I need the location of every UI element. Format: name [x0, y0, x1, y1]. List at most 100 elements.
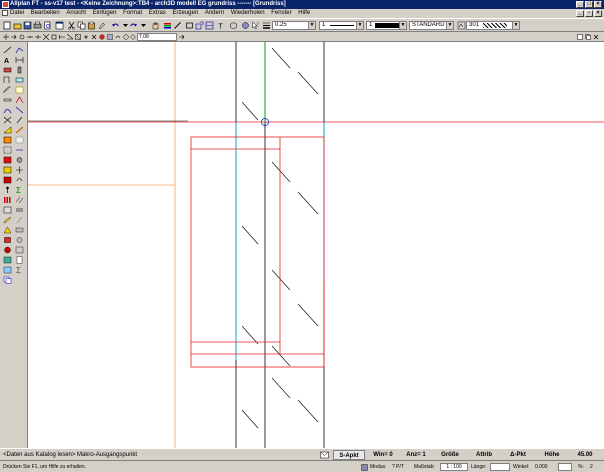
properties-icon[interactable]: [241, 21, 250, 30]
page-tool-icon[interactable]: [15, 256, 24, 264]
figure-tool-icon[interactable]: [3, 186, 12, 194]
red-cube-tool-icon[interactable]: [3, 236, 12, 244]
polyline-tool-icon[interactable]: [15, 46, 24, 54]
snap-line-icon[interactable]: [27, 34, 33, 40]
print-preview-icon[interactable]: [43, 21, 52, 30]
snap-angle-icon[interactable]: [67, 34, 73, 40]
tab-attrib[interactable]: Attrib: [470, 450, 498, 460]
move-tool-icon[interactable]: [15, 166, 24, 174]
line-type-select[interactable]: 1 ▼: [319, 21, 364, 30]
format-painter-icon[interactable]: [97, 21, 106, 30]
rotate-tool-icon[interactable]: [15, 176, 24, 184]
snap-x-icon[interactable]: [91, 34, 97, 40]
bars-tool-icon[interactable]: [3, 196, 12, 204]
yellow-block-tool-icon[interactable]: [3, 166, 12, 174]
document-icon[interactable]: [2, 10, 8, 16]
coordinate-input[interactable]: 7.08: [137, 33, 177, 41]
snap-element-icon[interactable]: [75, 34, 81, 40]
new-file-icon[interactable]: [3, 21, 12, 30]
print-icon[interactable]: [33, 21, 42, 30]
save-icon[interactable]: [23, 21, 32, 30]
close-button[interactable]: ×: [594, 1, 602, 8]
pencil-tool-icon[interactable]: [15, 126, 24, 134]
arrow-right-small-icon[interactable]: [179, 34, 185, 40]
arrow-right-icon[interactable]: [11, 34, 17, 40]
cube-3d-icon[interactable]: [229, 21, 238, 30]
snap-middle-icon[interactable]: [35, 34, 41, 40]
trim-tool-icon[interactable]: [3, 116, 12, 124]
snap-point-icon[interactable]: [19, 34, 25, 40]
redo-dropdown-icon[interactable]: [139, 21, 148, 30]
sigma-gray-tool-icon[interactable]: Σ: [15, 266, 24, 274]
drawing-canvas[interactable]: [28, 42, 604, 448]
help-pointer-icon[interactable]: ?: [251, 21, 260, 30]
door-tool-icon[interactable]: [3, 76, 12, 84]
window-tool-icon[interactable]: [15, 76, 24, 84]
sigma-tool-icon[interactable]: Σ: [15, 186, 24, 194]
color-select[interactable]: 1 ▼: [366, 21, 407, 30]
menu-extras[interactable]: Extras: [149, 9, 166, 18]
redo-icon[interactable]: [129, 21, 138, 30]
line-tool-icon[interactable]: [3, 46, 12, 54]
hand-pan-icon[interactable]: [151, 21, 160, 30]
gear-icon[interactable]: [15, 156, 24, 164]
slab-tool-icon[interactable]: [3, 96, 12, 104]
arc-tool-icon[interactable]: [3, 106, 12, 114]
gray-circle-tool-icon[interactable]: [15, 236, 24, 244]
maximize-button[interactable]: □: [585, 1, 593, 8]
stairs-tool-icon[interactable]: [3, 86, 12, 94]
window-icon[interactable]: [55, 21, 64, 30]
pen-thickness-icon[interactable]: [262, 21, 271, 30]
envelope-icon[interactable]: [320, 451, 329, 459]
slash-tool-icon[interactable]: [15, 116, 24, 124]
snap-direction-icon[interactable]: [59, 34, 65, 40]
layer-icon[interactable]: [163, 21, 172, 30]
window-cyan-tool-icon[interactable]: [3, 266, 12, 274]
tab-anz[interactable]: Anz= 1: [402, 450, 430, 460]
laenge-field[interactable]: [490, 463, 510, 471]
snap-diamond-icon[interactable]: [130, 34, 136, 40]
red-object-tool-icon[interactable]: [3, 156, 12, 164]
snap-endpoint-icon[interactable]: [51, 34, 57, 40]
text-tool-icon[interactable]: T: [217, 21, 226, 31]
text-block-tool-icon[interactable]: [3, 146, 12, 154]
window-tile-icon[interactable]: [577, 34, 583, 40]
doc-minimize-button[interactable]: _: [576, 10, 584, 17]
snap-circle-icon[interactable]: [123, 34, 129, 40]
fill-tool-icon[interactable]: [15, 136, 24, 144]
copy-icon[interactable]: [77, 21, 86, 30]
open-folder-icon[interactable]: [13, 21, 22, 30]
snap-undo-icon[interactable]: [115, 34, 121, 40]
hatch-pattern-select[interactable]: 301 ▼: [466, 21, 520, 30]
minimize-button[interactable]: _: [576, 1, 584, 8]
dimension-tool-icon[interactable]: [15, 56, 24, 64]
doc-restore-button[interactable]: ▫: [585, 10, 593, 17]
grid-field[interactable]: [558, 463, 572, 471]
window-cascade-icon[interactable]: [585, 34, 591, 40]
pencil-yellow-tool-icon[interactable]: [3, 216, 12, 224]
cut-icon[interactable]: [67, 21, 76, 30]
stack-tool-icon[interactable]: [3, 206, 12, 214]
doc-close-button[interactable]: ×: [594, 10, 602, 17]
menu-hilfe[interactable]: Hilfe: [298, 9, 310, 18]
hatch-lines-tool-icon[interactable]: [15, 196, 24, 204]
copy-frame-tool-icon[interactable]: [3, 276, 12, 284]
snap-plus-icon[interactable]: [83, 34, 89, 40]
snap-intersection-icon[interactable]: [43, 34, 49, 40]
red-sphere-tool-icon[interactable]: [3, 246, 12, 254]
slash-gray-tool-icon[interactable]: [15, 216, 24, 224]
layer-select[interactable]: STANDARD ▼: [409, 21, 454, 30]
blue-cube-tool-icon[interactable]: [3, 256, 12, 264]
menu-fenster[interactable]: Fenster: [271, 9, 291, 18]
menu-format[interactable]: Format: [123, 9, 142, 18]
snap-grid-icon[interactable]: [107, 34, 113, 40]
room-tool-icon[interactable]: [15, 86, 24, 94]
menu-erzeugen[interactable]: Erzeugen: [172, 9, 198, 18]
hatch-tool-icon[interactable]: [3, 136, 12, 144]
red-block-tool-icon[interactable]: [3, 176, 12, 184]
tab-delta-pkt[interactable]: Δ-Pkt: [504, 450, 532, 460]
tab-hoehe[interactable]: Höhe: [538, 450, 566, 460]
menu-ansicht[interactable]: Ansicht: [66, 9, 86, 18]
roof-tool-icon[interactable]: [15, 96, 24, 104]
yellow-shape-tool-icon[interactable]: [3, 226, 12, 234]
